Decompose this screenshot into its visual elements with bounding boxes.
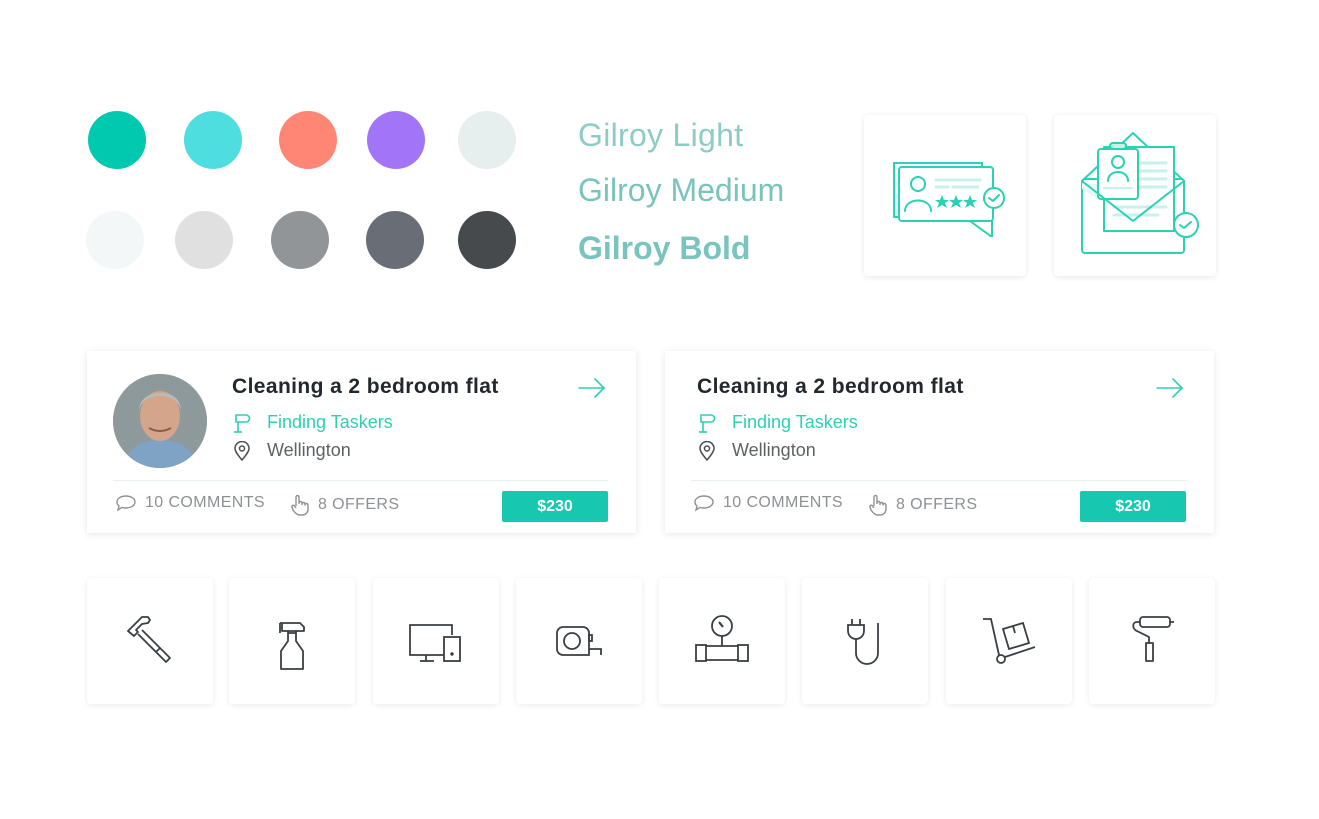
task-status-label: Finding Taskers [267, 412, 393, 432]
price-badge[interactable]: $230 [502, 491, 608, 522]
avatar-photo [113, 374, 207, 468]
swatch-light-gray [175, 211, 233, 269]
avatar [113, 374, 207, 468]
arrow-right-icon[interactable] [577, 377, 607, 399]
offers-count[interactable]: 8 OFFERS [290, 494, 399, 516]
task-card[interactable]: Cleaning a 2 bedroom flat Finding Tasker… [665, 351, 1214, 533]
hand-truck-icon [983, 618, 1036, 664]
signpost-icon [699, 413, 716, 433]
task-location-label: Wellington [267, 440, 351, 460]
hammer-icon [127, 616, 171, 663]
hand-pointer-icon [291, 494, 309, 516]
card-divider [691, 480, 1186, 481]
swatch-off-white [86, 211, 144, 269]
font-sample-medium: Gilroy Medium [578, 172, 785, 208]
category-tile-computer[interactable] [373, 578, 499, 704]
offers-label: 8 OFFERS [896, 496, 978, 513]
swatch-charcoal [458, 211, 516, 269]
task-title[interactable]: Cleaning a 2 bedroom flat [232, 375, 499, 399]
pressure-gauge-pipe-icon [695, 615, 749, 662]
category-tile-plumbing[interactable] [659, 578, 785, 704]
review-card-icon [893, 162, 1005, 237]
swatch-coral [279, 111, 337, 169]
swatch-purple [367, 111, 425, 169]
signpost-icon [234, 413, 251, 433]
envelope-resume-icon [1081, 132, 1199, 254]
task-location: Wellington [233, 440, 351, 461]
map-pin-icon [699, 440, 715, 461]
comments-count[interactable]: 10 COMMENTS [693, 494, 843, 512]
category-tile-removals[interactable] [946, 578, 1072, 704]
illustration-tile-review [864, 115, 1026, 276]
hand-pointer-icon [869, 494, 887, 516]
power-plug-icon [847, 619, 879, 665]
arrow-right-icon[interactable] [1155, 377, 1185, 399]
comments-label: 10 COMMENTS [723, 494, 843, 511]
comment-bubble-icon [116, 495, 136, 512]
swatch-turquoise [184, 111, 242, 169]
task-location: Wellington [698, 440, 816, 461]
tape-measure-icon [556, 626, 602, 656]
price-badge[interactable]: $230 [1080, 491, 1186, 522]
offers-count[interactable]: 8 OFFERS [868, 494, 977, 516]
task-card[interactable]: Cleaning a 2 bedroom flat Finding Tasker… [87, 351, 636, 533]
swatch-mist [458, 111, 516, 169]
offers-label: 8 OFFERS [318, 496, 400, 513]
task-title[interactable]: Cleaning a 2 bedroom flat [697, 375, 964, 399]
category-tile-painting[interactable] [1089, 578, 1215, 704]
task-status-label: Finding Taskers [732, 412, 858, 432]
category-tile-cleaning[interactable] [229, 578, 355, 704]
font-sample-bold: Gilroy Bold [578, 230, 751, 266]
comment-bubble-icon [694, 495, 714, 512]
illustration-tile-application [1054, 115, 1216, 276]
comments-label: 10 COMMENTS [145, 494, 265, 511]
task-status: Finding Taskers [698, 412, 858, 433]
category-tile-electrical[interactable] [802, 578, 928, 704]
spray-bottle-icon [279, 622, 305, 670]
swatch-teal [88, 111, 146, 169]
paint-roller-icon [1132, 616, 1174, 662]
card-divider [113, 480, 608, 481]
swatch-gray [271, 211, 329, 269]
category-tile-handyman[interactable] [87, 578, 213, 704]
task-location-label: Wellington [732, 440, 816, 460]
computer-devices-icon [409, 624, 461, 662]
comments-count[interactable]: 10 COMMENTS [115, 494, 265, 512]
map-pin-icon [234, 440, 250, 461]
task-status: Finding Taskers [233, 412, 393, 433]
category-tile-measuring[interactable] [516, 578, 642, 704]
font-sample-light: Gilroy Light [578, 117, 744, 153]
swatch-slate [366, 211, 424, 269]
